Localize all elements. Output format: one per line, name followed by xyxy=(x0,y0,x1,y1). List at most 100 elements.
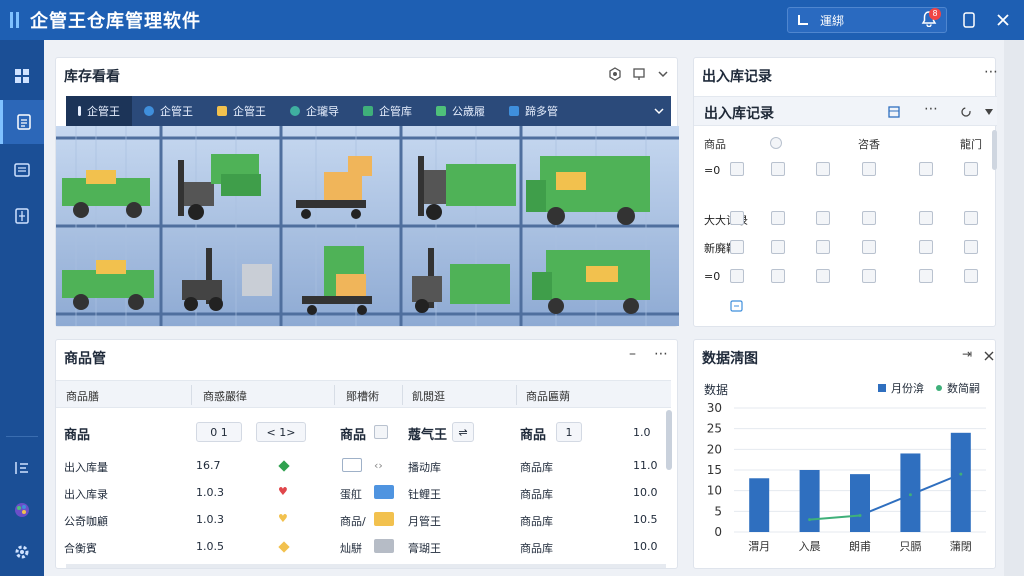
goods-type: 商品/ xyxy=(340,515,366,528)
tab-label: 企管库 xyxy=(379,105,412,118)
tab-label: 公歳履 xyxy=(452,105,485,118)
page-indicator[interactable]: 1 xyxy=(556,422,582,442)
goods-owner: 钍鲤王 xyxy=(408,488,441,501)
tab-icon xyxy=(290,106,300,116)
heart-icon: ♥ xyxy=(278,512,288,525)
rail-reports[interactable] xyxy=(0,194,44,238)
sort-toggle[interactable]: ⇌ xyxy=(452,422,474,442)
record-checkbox[interactable] xyxy=(964,211,978,225)
chevron-down-icon[interactable] xyxy=(656,67,670,81)
record-checkbox[interactable] xyxy=(964,240,978,254)
goods-name: 公奇咖顧 xyxy=(64,515,108,528)
phone-icon[interactable] xyxy=(960,11,978,29)
io-scrollbar[interactable] xyxy=(992,130,997,170)
tab-warehouse-1[interactable]: 企管王 xyxy=(66,96,132,126)
record-checkbox[interactable] xyxy=(919,240,933,254)
tab-warehouse-2[interactable]: 企管王 xyxy=(132,96,205,126)
rail-records[interactable] xyxy=(0,148,44,192)
record-checkbox[interactable] xyxy=(771,269,785,283)
goods-panel: 商品管 – ⋯ 商品膳 商惑嚴徫 鄮槽術 飢閲逛 商品匾蒴 商品 0 1 < 1… xyxy=(55,339,678,569)
rail-filter[interactable] xyxy=(0,446,44,490)
warehouse-tabs: 企管王 企管王 企管王 企瓏导 企管库 公歳履 蹄多管 xyxy=(66,96,671,126)
palette-icon xyxy=(15,503,29,517)
user-icon xyxy=(798,15,808,25)
record-checkbox[interactable] xyxy=(771,240,785,254)
caret-down-icon[interactable] xyxy=(984,108,994,116)
record-checkbox[interactable] xyxy=(771,162,785,176)
more-icon[interactable]: ⋯ xyxy=(984,64,998,80)
more-icon[interactable]: ⋯ xyxy=(924,101,938,117)
close-icon[interactable] xyxy=(994,11,1012,29)
record-checkbox[interactable] xyxy=(730,269,744,283)
record-checkbox[interactable] xyxy=(730,240,744,254)
record-checkbox[interactable] xyxy=(964,162,978,176)
record-checkbox[interactable] xyxy=(919,162,933,176)
goods-horizontal-scrollbar[interactable] xyxy=(66,564,666,568)
pager-control[interactable]: 0 1 xyxy=(196,422,242,442)
rail-dashboard[interactable] xyxy=(0,54,44,98)
table-icon[interactable] xyxy=(888,106,900,118)
column-header[interactable]: 商惑嚴徫 xyxy=(203,388,247,404)
monitor-icon[interactable] xyxy=(632,67,646,81)
y-tick-label: 0 xyxy=(714,525,722,539)
record-checkbox[interactable] xyxy=(816,269,830,283)
settings-icon[interactable] xyxy=(608,67,622,81)
record-checkbox[interactable] xyxy=(730,211,744,225)
page-nav-control[interactable]: < 1> xyxy=(256,422,306,442)
gear-icon xyxy=(15,545,29,559)
record-checkbox[interactable] xyxy=(730,162,744,176)
toggle-arrows-icon[interactable]: ‹› xyxy=(374,459,383,472)
record-checkbox[interactable] xyxy=(862,162,876,176)
column-header[interactable]: 商品匾蒴 xyxy=(526,388,570,404)
notification-badge: 8 xyxy=(929,8,941,20)
record-checkbox[interactable] xyxy=(862,211,876,225)
io-row-label: =0 xyxy=(704,270,721,283)
more-icon[interactable]: ⋯ xyxy=(654,346,668,362)
rail-settings[interactable] xyxy=(0,530,44,574)
tab-warehouse-3[interactable]: 企管王 xyxy=(205,96,278,126)
goods-name: 出入库量 xyxy=(64,461,108,474)
goods-scrollbar[interactable] xyxy=(666,410,672,470)
tab-icon xyxy=(363,106,373,116)
x-tick-label: 朗甫 xyxy=(849,540,871,553)
y-tick-label: 20 xyxy=(707,442,722,456)
status-diamond-icon xyxy=(278,541,290,553)
filter-label-2: 商品 xyxy=(340,428,367,443)
rail-theme[interactable] xyxy=(0,488,44,532)
record-checkbox[interactable] xyxy=(919,269,933,283)
add-record-icon[interactable] xyxy=(730,300,743,312)
y-tick-label: 10 xyxy=(707,484,722,498)
tab-warehouse-4[interactable]: 企瓏导 xyxy=(278,96,351,126)
rail-inventory[interactable] xyxy=(0,100,44,144)
column-header[interactable]: 鄮槽術 xyxy=(346,388,379,404)
io-subheader-title: 出入库记录 xyxy=(704,106,774,122)
column-header[interactable]: 商品膳 xyxy=(66,388,99,404)
x-tick-label: 蒲閉 xyxy=(950,539,972,553)
tab-warehouse-6[interactable]: 公歳履 xyxy=(424,96,497,126)
color-swatch xyxy=(374,539,394,553)
record-checkbox[interactable] xyxy=(771,211,785,225)
column-header[interactable]: 飢閲逛 xyxy=(412,388,445,404)
tab-warehouse-5[interactable]: 企管库 xyxy=(351,96,424,126)
toggle-switch[interactable] xyxy=(770,137,782,149)
record-checkbox[interactable] xyxy=(919,211,933,225)
minimize-icon[interactable]: – xyxy=(629,346,636,362)
record-checkbox[interactable] xyxy=(816,211,830,225)
record-checkbox[interactable] xyxy=(816,162,830,176)
tab-warehouse-7[interactable]: 蹄多管 xyxy=(497,96,570,126)
goods-qty: 10.5 xyxy=(633,513,658,526)
filter-checkbox[interactable] xyxy=(374,425,388,439)
refresh-icon[interactable] xyxy=(960,106,972,118)
filter-icon xyxy=(15,462,28,474)
record-checkbox[interactable] xyxy=(816,240,830,254)
tabs-expand-button[interactable] xyxy=(647,96,671,126)
record-checkbox[interactable] xyxy=(862,240,876,254)
record-checkbox[interactable] xyxy=(964,269,978,283)
rail-divider xyxy=(6,436,38,437)
goods-place: 商品库 xyxy=(520,461,553,474)
tab-icon xyxy=(78,106,81,116)
goods-type: 蛋舡 xyxy=(340,488,362,501)
list-icon xyxy=(14,163,30,177)
line-point xyxy=(808,518,812,522)
record-checkbox[interactable] xyxy=(862,269,876,283)
